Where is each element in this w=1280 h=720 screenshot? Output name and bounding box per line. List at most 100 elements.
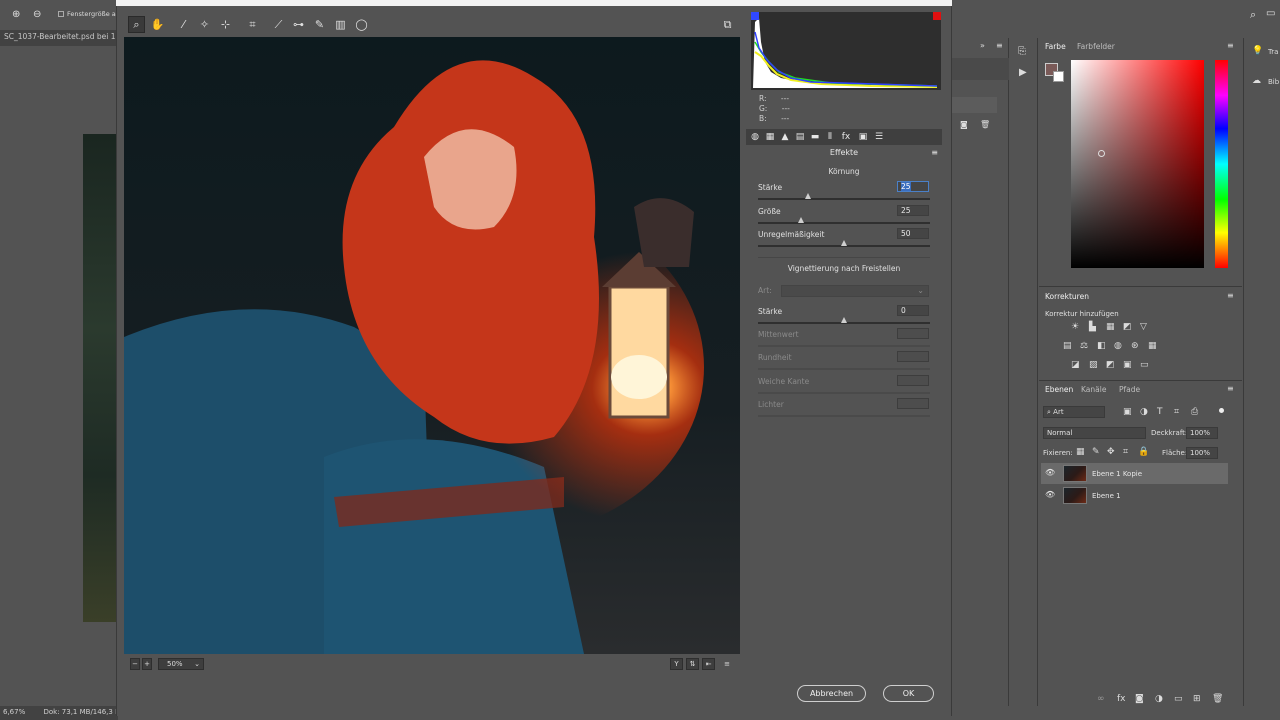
filter-toggle[interactable] — [1219, 408, 1224, 413]
layer-row[interactable]: 👁 Ebene 1 — [1041, 485, 1228, 506]
vignette-amount-field[interactable]: 0 — [897, 305, 929, 316]
swap-settings-icon[interactable]: ⇅ — [686, 658, 699, 670]
posterize-icon[interactable]: ▨ — [1089, 360, 1098, 370]
document-tab[interactable]: SC_1037-Bearbeitet.psd bei 16,7 — [0, 30, 118, 46]
layer-filter-select[interactable]: ⌕ Art — [1043, 406, 1105, 418]
layer-style-icon[interactable]: fx — [1117, 694, 1126, 704]
libraries-label[interactable]: Bib — [1268, 78, 1279, 86]
tab-effects-icon[interactable]: fx — [839, 131, 853, 143]
link-layers-icon[interactable]: ∞ — [1097, 694, 1105, 704]
filter-pixel-icon[interactable]: ▣ — [1123, 407, 1132, 417]
exposure-icon[interactable]: ◩ — [1123, 322, 1132, 332]
tab-split-toning-icon[interactable]: ▬ — [808, 131, 822, 143]
fill-field[interactable]: 100% — [1186, 447, 1218, 459]
eye-icon[interactable]: 👁 — [1045, 468, 1055, 477]
panel-menu-icon[interactable]: ≡ — [1227, 41, 1234, 50]
hue-saturation-icon[interactable]: ▤ — [1063, 341, 1072, 351]
grain-roughness-thumb[interactable] — [841, 240, 847, 246]
history-panel-icon[interactable]: ⎘ — [1018, 46, 1026, 57]
search-icon[interactable]: ⌕ — [1250, 8, 1256, 22]
vignette-amount-thumb[interactable] — [841, 317, 847, 323]
history-row[interactable] — [952, 58, 1009, 80]
bulb-icon[interactable]: 💡 — [1252, 46, 1263, 56]
zoom-out-button[interactable]: − — [130, 658, 140, 670]
filter-type-icon[interactable]: T — [1157, 407, 1163, 417]
adjustment-brush-icon[interactable]: ✎ — [311, 16, 328, 33]
color-balance-icon[interactable]: ⚖ — [1080, 341, 1088, 351]
zoom-in-button[interactable]: + — [142, 658, 152, 670]
zoom-level-select[interactable]: 50% ⌄ — [158, 658, 204, 670]
blend-mode-select[interactable]: Normal — [1043, 427, 1146, 439]
color-picker-cursor[interactable] — [1098, 150, 1105, 157]
grain-roughness-field[interactable]: 50 — [897, 228, 929, 239]
grain-amount-thumb[interactable] — [804, 193, 811, 199]
tab-basic-icon[interactable]: ◍ — [748, 131, 762, 143]
panel-menu-icon[interactable]: ≡ — [931, 148, 938, 157]
layer-name[interactable]: Ebene 1 Kopie — [1092, 470, 1142, 478]
radial-filter-icon[interactable]: ◯ — [353, 16, 370, 33]
spot-removal-icon[interactable]: ⊶ — [290, 16, 307, 33]
tab-kanaele[interactable]: Kanäle — [1081, 385, 1106, 394]
fit-window-checkbox[interactable] — [58, 11, 64, 17]
eye-icon[interactable]: 👁 — [1045, 490, 1055, 499]
new-group-icon[interactable]: ▭ — [1174, 694, 1183, 704]
grain-amount-slider[interactable] — [758, 198, 930, 200]
zoom-tool-icon[interactable]: ⌕ — [128, 16, 145, 33]
image-preview[interactable] — [124, 37, 740, 654]
before-after-y-icon[interactable]: Y — [670, 658, 683, 670]
panel-menu-icon[interactable]: ≡ — [996, 41, 1003, 50]
layer-mask-icon[interactable]: ◙ — [1135, 694, 1144, 704]
tab-lens-icon[interactable]: ⦀ — [823, 131, 837, 143]
filter-smart-object-icon[interactable]: ⎙ — [1191, 407, 1198, 417]
gradient-map-icon[interactable]: ▭ — [1140, 360, 1149, 370]
filter-adjustment-icon[interactable]: ◑ — [1140, 407, 1148, 417]
color-sampler-icon[interactable]: ✧ — [196, 16, 213, 33]
cancel-button[interactable]: Abbrechen — [797, 685, 866, 702]
copy-settings-icon[interactable]: ⇤ — [702, 658, 715, 670]
grain-size-slider[interactable] — [758, 222, 930, 224]
vignette-style-select[interactable]: ⌄ — [781, 285, 929, 297]
collapse-arrows-icon[interactable]: » — [980, 41, 985, 50]
new-adjustment-icon[interactable]: ◑ — [1155, 694, 1163, 704]
graduated-filter-icon[interactable]: ▥ — [332, 16, 349, 33]
trash-icon[interactable]: 🗑 — [980, 120, 990, 129]
lock-position-icon[interactable]: ✥ — [1107, 447, 1115, 457]
delete-layer-icon[interactable]: 🗑 — [1212, 694, 1223, 704]
ok-button[interactable]: OK — [883, 685, 934, 702]
zoom-out-icon[interactable]: ⊖ — [33, 9, 41, 20]
tab-farbfelder[interactable]: Farbfelder — [1077, 42, 1115, 51]
tab-calibration-icon[interactable]: ▣ — [856, 131, 870, 143]
lock-all-icon[interactable]: 🔒 — [1138, 447, 1149, 457]
new-layer-icon[interactable]: ⊞ — [1193, 694, 1201, 704]
hand-tool-icon[interactable]: ✋ — [149, 16, 166, 33]
black-white-icon[interactable]: ◧ — [1097, 341, 1106, 351]
white-balance-tool-icon[interactable]: ⁄ — [175, 16, 192, 33]
tab-pfade[interactable]: Pfade — [1119, 385, 1140, 394]
invert-icon[interactable]: ◪ — [1071, 360, 1080, 370]
channel-mixer-icon[interactable]: ⊛ — [1131, 341, 1139, 351]
brightness-icon[interactable]: ☀ — [1071, 322, 1079, 332]
color-lookup-icon[interactable]: ▦ — [1148, 341, 1157, 351]
lock-artboard-icon[interactable]: ⌗ — [1123, 447, 1128, 457]
libraries-icon[interactable]: ☁ — [1252, 76, 1261, 86]
preferences-icon[interactable]: ≡ — [720, 658, 734, 670]
grain-amount-field[interactable]: 25 — [897, 181, 929, 192]
levels-icon[interactable]: ▙ — [1089, 322, 1096, 332]
filter-shape-icon[interactable]: ⌗ — [1174, 407, 1179, 417]
straighten-tool-icon[interactable]: ⟋ — [270, 16, 287, 33]
tab-ebenen[interactable]: Ebenen — [1045, 385, 1073, 394]
tab-detail-icon[interactable]: ▲ — [778, 131, 792, 143]
panel-menu-icon[interactable]: ≡ — [1227, 384, 1234, 393]
layer-row-selected[interactable]: 👁 Ebene 1 Kopie — [1041, 463, 1228, 484]
crop-tool-icon[interactable]: ⌗ — [244, 16, 261, 33]
zoom-in-icon[interactable]: ⊕ — [12, 9, 20, 20]
workspace-icon[interactable]: ▭ — [1266, 8, 1275, 19]
selective-color-icon[interactable]: ▣ — [1123, 360, 1132, 370]
curves-icon[interactable]: ▦ — [1106, 322, 1115, 332]
threshold-icon[interactable]: ◩ — [1106, 360, 1115, 370]
learn-label[interactable]: Tra — [1268, 48, 1278, 56]
grain-size-field[interactable]: 25 — [897, 205, 929, 216]
layer-name[interactable]: Ebene 1 — [1092, 492, 1121, 500]
lock-pixels-icon[interactable]: ✎ — [1092, 447, 1100, 457]
targeted-adjustment-icon[interactable]: ⊹ — [217, 16, 234, 33]
